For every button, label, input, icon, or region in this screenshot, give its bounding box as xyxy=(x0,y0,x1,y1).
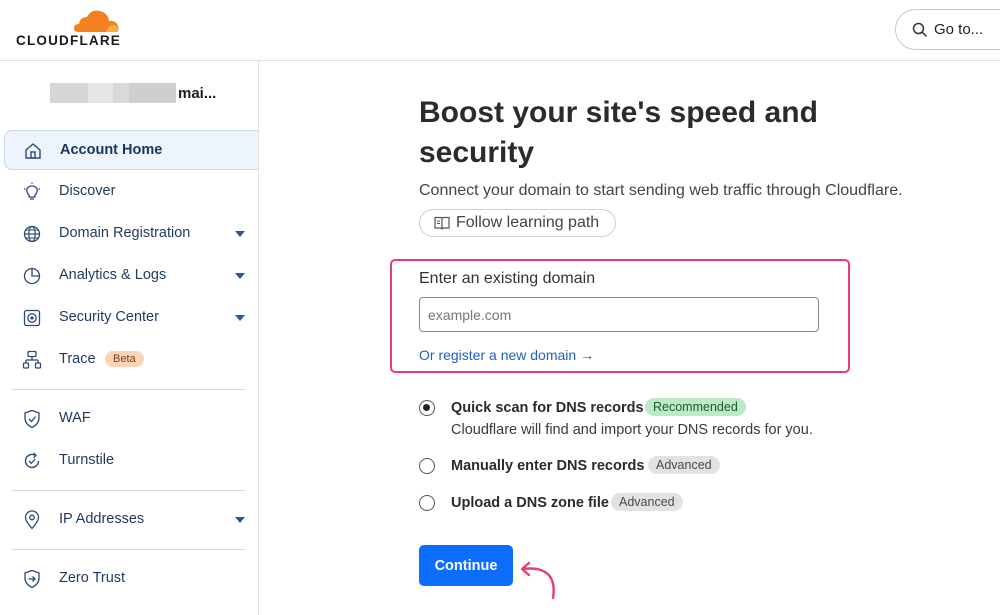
domain-field-label: Enter an existing domain xyxy=(419,270,596,287)
sidebar-item-label: WAF xyxy=(59,410,91,426)
sidebar-divider xyxy=(12,490,245,491)
zero-trust-icon xyxy=(24,569,40,589)
pie-chart-icon xyxy=(23,267,41,285)
manual-dns-radio[interactable] xyxy=(419,458,435,474)
domain-input[interactable] xyxy=(419,297,819,332)
chevron-down-icon[interactable] xyxy=(235,273,245,279)
redacted-account-name xyxy=(88,83,113,103)
beta-badge: Beta xyxy=(105,351,144,367)
security-center-icon xyxy=(23,309,41,327)
option-manual-dns[interactable]: Manually enter DNS records Advanced xyxy=(419,456,739,478)
sidebar: mai... Account Home Discover Domain Regi… xyxy=(0,61,259,615)
sidebar-item-account-home[interactable]: Account Home xyxy=(4,130,258,170)
sidebar-item-trace[interactable]: Trace Beta xyxy=(4,340,258,380)
register-new-domain-link[interactable]: Or register a new domain → xyxy=(419,347,594,363)
sidebar-item-label: Turnstile xyxy=(59,452,115,468)
globe-icon xyxy=(23,225,41,243)
search-icon xyxy=(912,22,928,37)
quick-scan-description: Cloudflare will find and import your DNS… xyxy=(451,422,813,438)
cloudflare-logo[interactable]: CLOUDFLARE xyxy=(16,8,126,48)
logo-wordmark: CLOUDFLARE xyxy=(16,33,121,48)
sidebar-item-security-center[interactable]: Security Center xyxy=(4,298,258,338)
location-pin-icon xyxy=(24,510,40,530)
redacted-account-name xyxy=(50,83,88,103)
main-content: Boost your site's speed and security Con… xyxy=(259,61,1000,615)
sidebar-item-label: Analytics & Logs xyxy=(59,267,167,283)
sidebar-divider xyxy=(12,389,245,390)
book-icon xyxy=(434,216,450,230)
top-bar: CLOUDFLARE Go to... xyxy=(0,0,1000,61)
quick-scan-radio[interactable] xyxy=(419,400,435,416)
sidebar-item-waf[interactable]: WAF xyxy=(4,399,258,439)
shield-icon xyxy=(24,409,40,429)
sidebar-item-discover[interactable]: Discover xyxy=(4,172,258,212)
advanced-badge: Advanced xyxy=(648,456,720,474)
sidebar-item-label: Trace xyxy=(59,351,96,367)
page-title: Boost your site's speed and security xyxy=(419,96,818,169)
option-label: Quick scan for DNS records xyxy=(451,400,644,416)
chevron-down-icon[interactable] xyxy=(235,315,245,321)
goto-label: Go to... xyxy=(934,21,984,38)
goto-search-button[interactable]: Go to... xyxy=(895,9,1000,50)
turnstile-icon xyxy=(24,452,40,469)
trace-icon xyxy=(22,350,42,369)
option-upload-zone-file[interactable]: Upload a DNS zone file Advanced xyxy=(419,493,719,515)
sidebar-item-turnstile[interactable]: Turnstile xyxy=(4,441,258,481)
redacted-account-name xyxy=(129,83,176,103)
recommended-badge: Recommended xyxy=(645,398,746,416)
account-selector[interactable]: mai... xyxy=(50,83,216,103)
option-label: Manually enter DNS records xyxy=(451,458,645,474)
advanced-badge: Advanced xyxy=(611,493,683,511)
lightbulb-icon xyxy=(24,182,40,200)
cloud-logo-icon xyxy=(74,10,119,32)
sidebar-item-analytics-logs[interactable]: Analytics & Logs xyxy=(4,256,258,296)
redacted-account-name xyxy=(113,83,129,103)
sidebar-item-label: Zero Trust xyxy=(59,570,126,586)
option-label: Upload a DNS zone file xyxy=(451,495,609,511)
home-icon xyxy=(25,143,41,159)
sidebar-item-label: Discover xyxy=(59,183,116,199)
chevron-down-icon[interactable] xyxy=(235,517,245,523)
sidebar-divider xyxy=(12,549,245,550)
sidebar-item-label: Account Home xyxy=(60,142,163,158)
learning-path-label: Follow learning path xyxy=(456,214,600,231)
upload-zone-radio[interactable] xyxy=(419,495,435,511)
sidebar-item-label: Domain Registration xyxy=(59,225,191,241)
sidebar-item-zero-trust[interactable]: Zero Trust xyxy=(4,559,258,599)
page-subtitle: Connect your domain to start sending web… xyxy=(419,182,903,199)
option-quick-scan[interactable]: Quick scan for DNS records Recommended xyxy=(419,398,759,420)
sidebar-item-domain-registration[interactable]: Domain Registration xyxy=(4,214,258,254)
continue-button[interactable]: Continue xyxy=(419,545,513,586)
sidebar-item-label: IP Addresses xyxy=(59,511,145,527)
sidebar-item-label: Security Center xyxy=(59,309,159,325)
account-name: mai... xyxy=(178,84,217,102)
curved-arrow-annotation-icon xyxy=(520,561,555,600)
follow-learning-path-button[interactable]: Follow learning path xyxy=(419,209,617,237)
sidebar-item-ip-addresses[interactable]: IP Addresses xyxy=(4,500,258,540)
chevron-down-icon[interactable] xyxy=(235,231,245,237)
